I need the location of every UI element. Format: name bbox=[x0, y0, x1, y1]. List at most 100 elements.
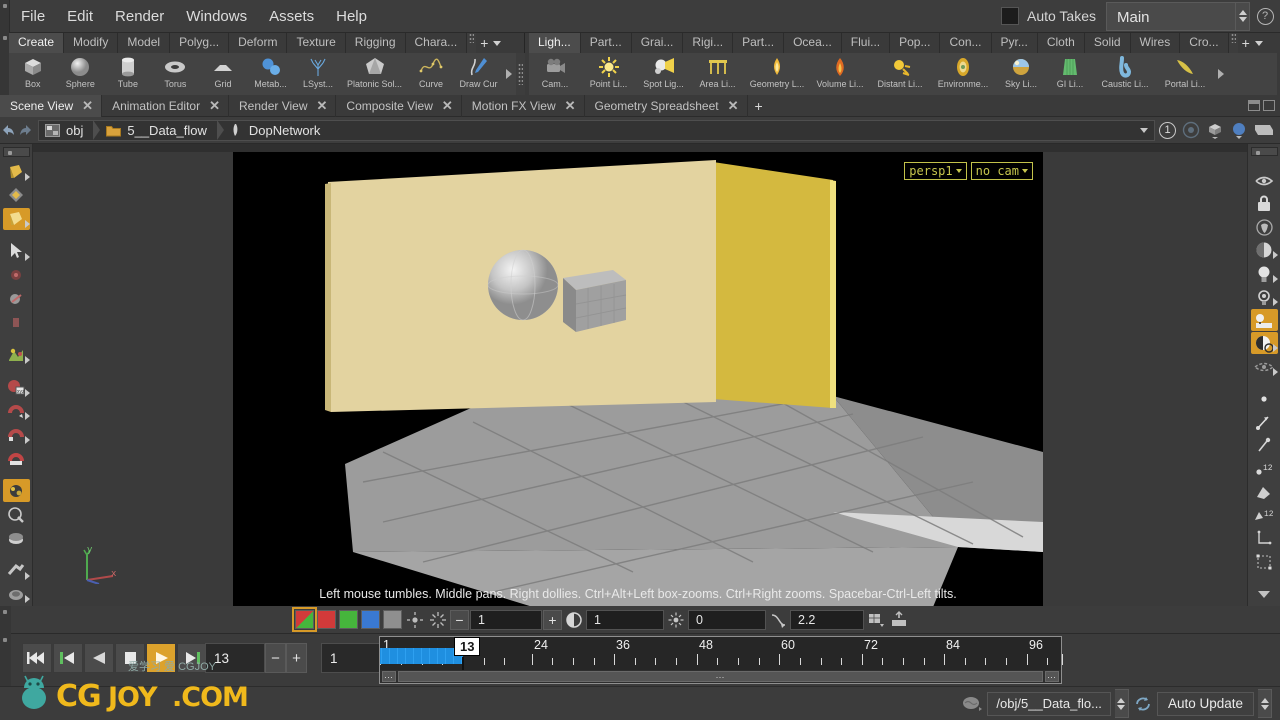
material-paint-icon[interactable] bbox=[3, 343, 30, 366]
handle-tool-icon[interactable] bbox=[2, 207, 30, 231]
display-geometry-icon[interactable] bbox=[1206, 121, 1224, 139]
shelf-left-grip[interactable] bbox=[0, 33, 9, 95]
shelf-tool-curve[interactable]: Curve bbox=[407, 53, 455, 95]
nav-back-button[interactable] bbox=[0, 117, 17, 144]
auto-update-spinner[interactable] bbox=[1258, 689, 1272, 718]
vector-marker-icon[interactable] bbox=[1251, 411, 1278, 433]
shelf-tab-wires[interactable]: Wires bbox=[1130, 33, 1181, 53]
help-button[interactable]: ? bbox=[1250, 0, 1280, 33]
shelf-tool-gi-light[interactable]: GI Li... bbox=[1046, 53, 1094, 95]
zoom-value-field[interactable]: 1 bbox=[470, 609, 542, 630]
shelf-tool-environment-light[interactable]: Environme... bbox=[930, 53, 996, 95]
menu-help[interactable]: Help bbox=[325, 0, 378, 33]
pane-tab-motion-fx-view[interactable]: Motion FX View ✕ bbox=[462, 94, 585, 117]
prev-key-button[interactable] bbox=[53, 643, 83, 673]
close-icon[interactable]: ✕ bbox=[728, 99, 739, 112]
bulb-icon[interactable] bbox=[1251, 286, 1278, 308]
prev-frame-button[interactable] bbox=[84, 643, 114, 673]
view-tool-icon[interactable] bbox=[3, 184, 30, 207]
frame-decrease-button[interactable]: − bbox=[265, 643, 286, 673]
left-toolbar-grip[interactable] bbox=[2, 147, 30, 157]
shelf-tab-pyro[interactable]: Pyr... bbox=[991, 33, 1038, 53]
shelf-tool-metaball[interactable]: Metab... bbox=[247, 53, 295, 95]
shelf-tool-tube[interactable]: Tube bbox=[104, 53, 152, 95]
menu-windows[interactable]: Windows bbox=[175, 0, 258, 33]
playhead-frame-label[interactable]: 13 bbox=[454, 637, 481, 656]
shelf-tool-caustic-light[interactable]: Caustic Li... bbox=[1094, 53, 1156, 95]
close-icon[interactable]: ✕ bbox=[442, 99, 453, 112]
shelf-tool-distant-light[interactable]: Distant Li... bbox=[870, 53, 930, 95]
shelf-left-tab-grip[interactable] bbox=[467, 33, 477, 53]
playback-range-highlight[interactable] bbox=[380, 648, 463, 664]
normal-marker-icon[interactable] bbox=[1251, 434, 1278, 456]
menu-assets[interactable]: Assets bbox=[258, 0, 325, 33]
auto-update-field[interactable]: Auto Update bbox=[1156, 691, 1254, 716]
shelf-tool-volume-light[interactable]: Volume Li... bbox=[810, 53, 870, 95]
shelf-right-tab-grip[interactable] bbox=[1228, 33, 1238, 53]
contrast-icon[interactable] bbox=[563, 609, 585, 630]
shelf-tab-model[interactable]: Model bbox=[118, 33, 171, 53]
shelf-tool-grid[interactable]: Grid bbox=[199, 53, 247, 95]
shelf-tab-oceans[interactable]: Ocea... bbox=[784, 33, 842, 53]
channel-blue-button[interactable] bbox=[360, 609, 381, 630]
shelf-tab-rigging[interactable]: Rigging bbox=[345, 33, 406, 53]
shelf-tool-platonic-solid[interactable]: Platonic Sol... bbox=[342, 53, 407, 95]
shelf-tool-draw-curve[interactable]: Draw Cur bbox=[455, 53, 503, 95]
next-key-button[interactable] bbox=[177, 643, 207, 673]
brightness-icon[interactable] bbox=[665, 609, 687, 630]
breadcrumb-item-dopnetwork[interactable]: DopNetwork bbox=[224, 120, 331, 141]
pane-tab-render-view[interactable]: Render View ✕ bbox=[229, 94, 337, 117]
bbox-marker-icon[interactable] bbox=[1251, 550, 1278, 572]
status-path-field[interactable]: /obj/5__Data_flo... bbox=[987, 691, 1111, 716]
gamma-icon[interactable] bbox=[767, 609, 789, 630]
lock-icon[interactable] bbox=[1251, 193, 1278, 215]
shelf-tab-particle-fluids[interactable]: Part... bbox=[733, 33, 785, 53]
shelf-tool-spot-light[interactable]: Spot Lig... bbox=[636, 53, 691, 95]
breadcrumb-item-obj[interactable]: obj bbox=[39, 120, 93, 141]
sample-pixel-icon[interactable] bbox=[404, 609, 426, 630]
shelf-tool-box[interactable]: Box bbox=[9, 53, 57, 95]
jump-to-start-button[interactable] bbox=[22, 643, 52, 673]
shelf-tab-rigid-bodies[interactable]: Rigi... bbox=[683, 33, 734, 53]
menu-edit[interactable]: Edit bbox=[56, 0, 104, 33]
shelf-tool-portal-light[interactable]: Portal Li... bbox=[1156, 53, 1214, 95]
hair-tool-icon[interactable] bbox=[3, 583, 30, 606]
panel-menu-icon[interactable] bbox=[1254, 121, 1274, 139]
frame-increase-button[interactable]: + bbox=[286, 643, 307, 673]
scale-tool-icon[interactable] bbox=[3, 423, 30, 446]
shelf-tab-grains[interactable]: Grai... bbox=[631, 33, 684, 53]
shelf-tool-sphere[interactable]: Sphere bbox=[57, 53, 105, 95]
ghost-icon[interactable] bbox=[1251, 216, 1278, 238]
shelf-tool-lsystem[interactable]: LSyst... bbox=[294, 53, 342, 95]
menu-bar-grip[interactable] bbox=[0, 0, 10, 33]
add-pane-tab-button[interactable]: + bbox=[748, 96, 770, 116]
move-tool-icon[interactable]: xyz bbox=[3, 376, 30, 399]
timeline-grip[interactable] bbox=[0, 634, 11, 686]
cook-icon[interactable] bbox=[961, 695, 983, 713]
shelf-tab-fluids[interactable]: Flui... bbox=[841, 33, 891, 53]
maximize-pane-icon[interactable] bbox=[1248, 100, 1260, 111]
channel-red-button[interactable] bbox=[316, 609, 337, 630]
shelf-tab-solid[interactable]: Solid bbox=[1084, 33, 1131, 53]
shelf-left-items-grip[interactable] bbox=[516, 53, 525, 95]
breadcrumb-item-data-flow[interactable]: 5__Data_flow bbox=[100, 120, 217, 141]
timeline-scroll-left-handle[interactable]: ⋯ bbox=[382, 671, 396, 682]
auto-takes-checkbox[interactable] bbox=[1000, 7, 1019, 25]
viewport-3d-scene[interactable]: persp1 no cam Left mouse tumbles. Middle… bbox=[233, 152, 1043, 607]
shelf-tool-sky-light[interactable]: Sky Li... bbox=[996, 53, 1046, 95]
right-toolbar-grip[interactable] bbox=[1250, 147, 1278, 157]
points-select-icon[interactable] bbox=[3, 264, 30, 287]
menu-render[interactable]: Render bbox=[104, 0, 175, 33]
handle-manip-icon[interactable] bbox=[3, 447, 30, 470]
more-icon[interactable] bbox=[1251, 583, 1278, 605]
shelf-tab-texture[interactable]: Texture bbox=[287, 33, 346, 53]
breadcrumb-dropdown-icon[interactable] bbox=[1140, 127, 1148, 133]
shelf-tool-camera[interactable]: Cam... bbox=[529, 53, 581, 95]
viewport-camera-dropdown[interactable]: persp1 bbox=[904, 162, 967, 180]
pane-index-badge[interactable]: 1 bbox=[1159, 121, 1176, 139]
close-icon[interactable]: ✕ bbox=[82, 99, 93, 112]
shelf-tab-cloth[interactable]: Cloth bbox=[1037, 33, 1085, 53]
sculpt-tool-icon[interactable] bbox=[2, 479, 30, 502]
prims-select-icon[interactable] bbox=[3, 311, 30, 334]
zoom-decrease-button[interactable]: − bbox=[450, 609, 469, 630]
